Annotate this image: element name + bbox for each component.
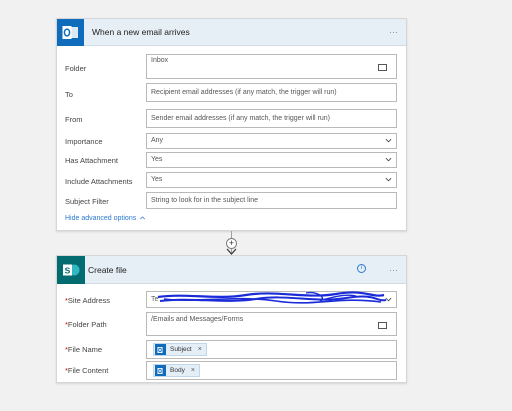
- redaction-scribble: [157, 291, 387, 304]
- outlook-icon: [57, 19, 84, 46]
- svg-text:S: S: [65, 265, 71, 275]
- subject-token-label: Subject: [170, 346, 192, 353]
- outlook-icon: [155, 365, 166, 376]
- site-address-label-text: Site Address: [67, 296, 111, 305]
- folder-path-value: /Emails and Messages/Forms: [151, 316, 244, 323]
- file-name-label-text: File Name: [67, 345, 103, 354]
- more-options-icon[interactable]: ···: [389, 256, 398, 284]
- hide-advanced-options-link[interactable]: Hide advanced options: [65, 215, 146, 222]
- more-options-icon[interactable]: ···: [389, 19, 398, 46]
- trigger-title: When a new email arrives: [92, 27, 190, 37]
- importance-dropdown[interactable]: Any: [146, 133, 397, 149]
- chevron-down-icon: [385, 138, 392, 143]
- trigger-card-header[interactable]: When a new email arrives ···: [57, 19, 406, 46]
- folder-label: Folder: [65, 64, 87, 73]
- folder-path-field[interactable]: /Emails and Messages/Forms: [146, 312, 397, 336]
- remove-token-icon[interactable]: ×: [198, 346, 202, 353]
- folder-path-label-text: Folder Path: [67, 320, 107, 329]
- file-content-label: *File Content: [65, 366, 108, 375]
- outlook-icon: [155, 344, 166, 355]
- site-address-label: *Site Address: [65, 296, 110, 305]
- chevron-up-icon: [140, 216, 146, 220]
- folder-field[interactable]: Inbox: [146, 54, 397, 79]
- from-label: From: [65, 115, 83, 124]
- has-attachment-value: Yes: [151, 156, 163, 163]
- to-label: To: [65, 90, 73, 99]
- chevron-down-icon: [385, 157, 392, 162]
- folder-picker-icon[interactable]: [378, 64, 387, 71]
- from-placeholder: Sender email addresses (if any match, th…: [151, 115, 330, 122]
- folder-value: Inbox: [151, 57, 169, 64]
- include-attachments-value: Yes: [151, 176, 163, 183]
- importance-label: Importance: [65, 137, 103, 146]
- body-token-label: Body: [170, 367, 185, 374]
- subject-filter-placeholder: String to look for in the subject line: [151, 197, 259, 204]
- action-card-header[interactable]: S Create file i ···: [57, 256, 406, 284]
- to-field[interactable]: Recipient email addresses (if any match,…: [146, 83, 397, 102]
- include-attachments-dropdown[interactable]: Yes: [146, 172, 397, 188]
- file-content-field[interactable]: Body ×: [146, 361, 397, 380]
- remove-token-icon[interactable]: ×: [191, 367, 195, 374]
- importance-value: Any: [151, 137, 164, 144]
- include-attachments-label: Include Attachments: [65, 177, 133, 186]
- has-attachment-label: Has Attachment: [65, 156, 118, 165]
- subject-filter-label: Subject Filter: [65, 197, 109, 206]
- folder-path-label: *Folder Path: [65, 320, 107, 329]
- to-placeholder: Recipient email addresses (if any match,…: [151, 89, 337, 96]
- info-icon[interactable]: i: [357, 264, 366, 273]
- arrow-down-icon: [226, 248, 237, 255]
- subject-token[interactable]: Subject ×: [153, 343, 207, 356]
- file-name-label: *File Name: [65, 345, 102, 354]
- file-content-label-text: File Content: [67, 366, 109, 375]
- file-name-field[interactable]: Subject ×: [146, 340, 397, 359]
- sharepoint-icon: S: [57, 256, 85, 284]
- chevron-down-icon: [385, 177, 392, 182]
- trigger-card-new-email: When a new email arrives ··· Folder Inbo…: [56, 18, 407, 231]
- action-card-create-file: S Create file i ··· *Site Address Te *Fo…: [56, 255, 407, 383]
- subject-filter-field[interactable]: String to look for in the subject line: [146, 192, 397, 209]
- has-attachment-dropdown[interactable]: Yes: [146, 152, 397, 168]
- action-title: Create file: [88, 265, 127, 275]
- body-token[interactable]: Body ×: [153, 364, 200, 377]
- folder-picker-icon[interactable]: [378, 322, 387, 329]
- from-field[interactable]: Sender email addresses (if any match, th…: [146, 109, 397, 128]
- hide-advanced-options-label: Hide advanced options: [65, 215, 137, 222]
